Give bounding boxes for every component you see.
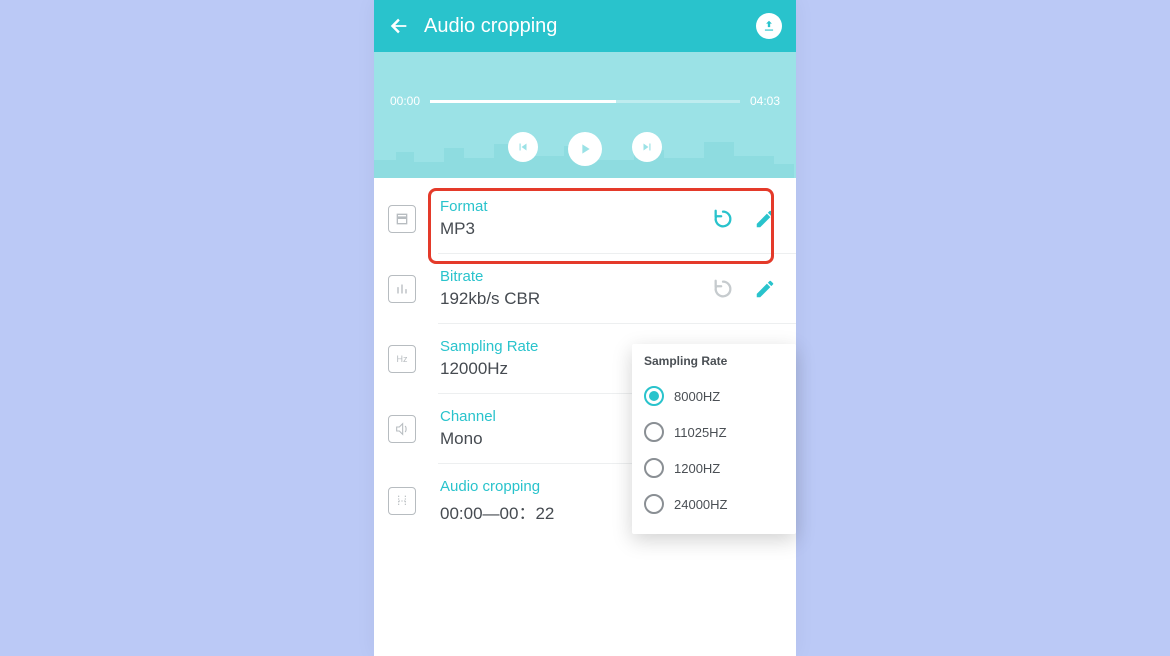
back-arrow-icon xyxy=(388,15,410,37)
play-button[interactable] xyxy=(568,132,602,166)
row-bitrate: Bitrate 192kb/s CBR xyxy=(374,254,796,323)
time-end: 04:03 xyxy=(750,94,780,108)
format-icon xyxy=(388,205,416,233)
skip-next-icon xyxy=(640,140,654,154)
time-start: 00:00 xyxy=(390,94,420,108)
share-button[interactable] xyxy=(756,13,782,39)
popup-option-label: 1200HZ xyxy=(674,461,720,476)
prev-button[interactable] xyxy=(508,132,538,162)
app-screen: Audio cropping 00:00 04:03 xyxy=(374,0,796,656)
row-format-reset[interactable] xyxy=(712,208,734,230)
row-bitrate-value: 192kb/s CBR xyxy=(440,289,712,309)
sampling-rate-popup: Sampling Rate 8000HZ 11025HZ 1200HZ 2400… xyxy=(632,344,796,534)
row-format: Format MP3 xyxy=(374,184,796,253)
row-bitrate-label: Bitrate xyxy=(440,268,712,285)
app-bar: Audio cropping xyxy=(374,0,796,52)
bitrate-icon xyxy=(388,275,416,303)
channel-icon xyxy=(388,415,416,443)
radio-icon xyxy=(644,386,664,406)
row-format-value: MP3 xyxy=(440,219,712,239)
popup-option-label: 24000HZ xyxy=(674,497,727,512)
popup-option-1[interactable]: 11025HZ xyxy=(644,414,784,450)
seek-progress xyxy=(430,100,616,103)
share-icon xyxy=(762,19,776,33)
popup-option-0[interactable]: 8000HZ xyxy=(644,378,784,414)
row-bitrate-edit[interactable] xyxy=(754,278,776,300)
row-format-edit[interactable] xyxy=(754,208,776,230)
refresh-icon xyxy=(712,208,734,230)
back-button[interactable] xyxy=(388,15,410,37)
row-bitrate-reset[interactable] xyxy=(712,278,734,300)
radio-icon xyxy=(644,494,664,514)
play-icon xyxy=(577,141,593,157)
radio-icon xyxy=(644,422,664,442)
popup-option-label: 11025HZ xyxy=(674,425,727,440)
next-button[interactable] xyxy=(632,132,662,162)
audio-player: 00:00 04:03 xyxy=(374,52,796,178)
row-format-label: Format xyxy=(440,198,712,215)
edit-icon xyxy=(754,208,776,230)
skip-previous-icon xyxy=(516,140,530,154)
radio-icon xyxy=(644,458,664,478)
popup-title: Sampling Rate xyxy=(644,354,784,368)
crop-icon xyxy=(388,487,416,515)
player-controls xyxy=(374,132,796,166)
seek-bar[interactable]: 00:00 04:03 xyxy=(390,94,780,108)
page-title: Audio cropping xyxy=(424,15,756,38)
edit-icon xyxy=(754,278,776,300)
seek-track[interactable] xyxy=(430,100,740,103)
popup-option-3[interactable]: 24000HZ xyxy=(644,486,784,522)
popup-option-2[interactable]: 1200HZ xyxy=(644,450,784,486)
popup-option-label: 8000HZ xyxy=(674,389,720,404)
hz-icon: Hz xyxy=(388,345,416,373)
refresh-icon xyxy=(712,278,734,300)
